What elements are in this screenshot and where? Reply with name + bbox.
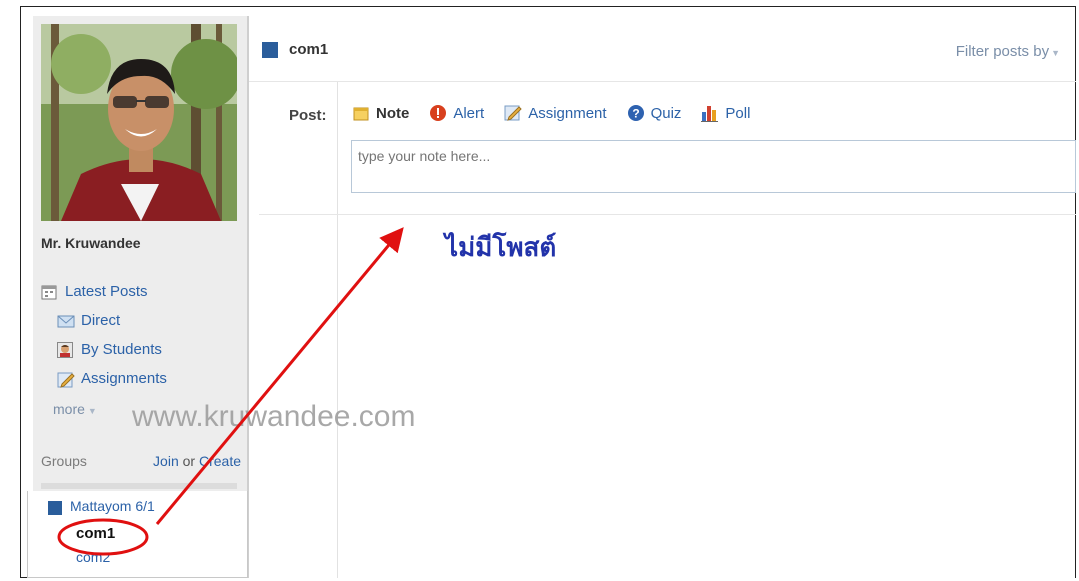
envelope-icon: [57, 313, 75, 329]
post-label: Post:: [289, 107, 327, 124]
join-group-link[interactable]: Join: [153, 453, 179, 469]
student-icon: [57, 341, 73, 358]
group-item-mattayom[interactable]: Mattayom 6/1: [70, 498, 155, 514]
more-label: more: [53, 401, 85, 417]
sidebar-item-label: By Students: [81, 341, 162, 358]
chevron-down-icon: ▼: [1051, 48, 1060, 58]
assignment-icon: [504, 104, 522, 122]
empty-state-text: ไม่มีโพสต์: [445, 233, 557, 263]
sidebar-item-label: Direct: [81, 312, 121, 329]
post-type-assignment[interactable]: Assignment: [504, 104, 607, 122]
post-divider: [259, 214, 1076, 215]
subgroup-item-com1[interactable]: com1: [76, 525, 115, 542]
group-color-square: [48, 501, 62, 515]
filter-posts-dropdown[interactable]: Filter posts by ▼: [956, 43, 1060, 60]
groups-divider: [41, 483, 237, 489]
quiz-icon: ?: [627, 104, 645, 122]
profile-name[interactable]: Mr. Kruwandee: [41, 235, 141, 251]
post-type-poll[interactable]: Poll: [701, 104, 750, 122]
post-type-note[interactable]: Note: [352, 104, 409, 122]
post-type-quiz[interactable]: ? Quiz: [627, 104, 682, 122]
post-type-label: Alert: [453, 104, 485, 122]
groups-actions: Join or Create: [153, 453, 241, 469]
sidebar-item-assignments[interactable]: Assignments: [57, 370, 167, 388]
calendar-icon: [41, 284, 57, 300]
filter-label: Filter posts by: [955, 43, 1050, 60]
sidebar-item-latest-posts[interactable]: Latest Posts: [41, 283, 148, 300]
groups-panel: Mattayom 6/1 com1 com2: [27, 491, 248, 578]
create-group-link[interactable]: Create: [199, 453, 241, 469]
groups-header: Groups Join or Create: [41, 453, 241, 469]
svg-text:?: ?: [632, 107, 639, 121]
main-panel: com1 Filter posts by ▼ Post: Note Alert A…: [248, 16, 1076, 578]
post-type-label: Poll: [725, 104, 751, 122]
sidebar-item-direct[interactable]: Direct: [57, 312, 120, 329]
assignment-icon: [57, 371, 75, 388]
group-header: com1 Filter posts by ▼: [249, 16, 1076, 82]
chevron-down-icon: ▼: [87, 406, 97, 416]
sidebar-item-by-students[interactable]: By Students: [57, 341, 162, 358]
subgroup-item-com2[interactable]: com2: [76, 549, 110, 565]
or-text: or: [182, 453, 196, 469]
sidebar-item-label: Latest Posts: [65, 283, 148, 300]
poll-icon: [701, 104, 719, 122]
page-title: com1: [289, 41, 329, 58]
post-type-selector: Note Alert Assignment ? Quiz Poll: [352, 104, 770, 122]
post-type-alert[interactable]: Alert: [429, 104, 484, 122]
column-divider: [337, 82, 338, 578]
post-type-label: Assignment: [528, 104, 607, 122]
alert-icon: [429, 104, 447, 122]
watermark: www.kruwandee.com: [132, 400, 416, 433]
group-color-square: [262, 42, 278, 58]
note-input[interactable]: [351, 140, 1076, 193]
groups-title: Groups: [41, 453, 87, 469]
profile-photo[interactable]: [41, 24, 237, 221]
post-type-label: Note: [376, 104, 410, 122]
more-link[interactable]: more ▼: [53, 401, 97, 417]
note-icon: [352, 104, 370, 122]
post-type-label: Quiz: [650, 104, 682, 122]
sidebar-item-label: Assignments: [81, 370, 167, 387]
